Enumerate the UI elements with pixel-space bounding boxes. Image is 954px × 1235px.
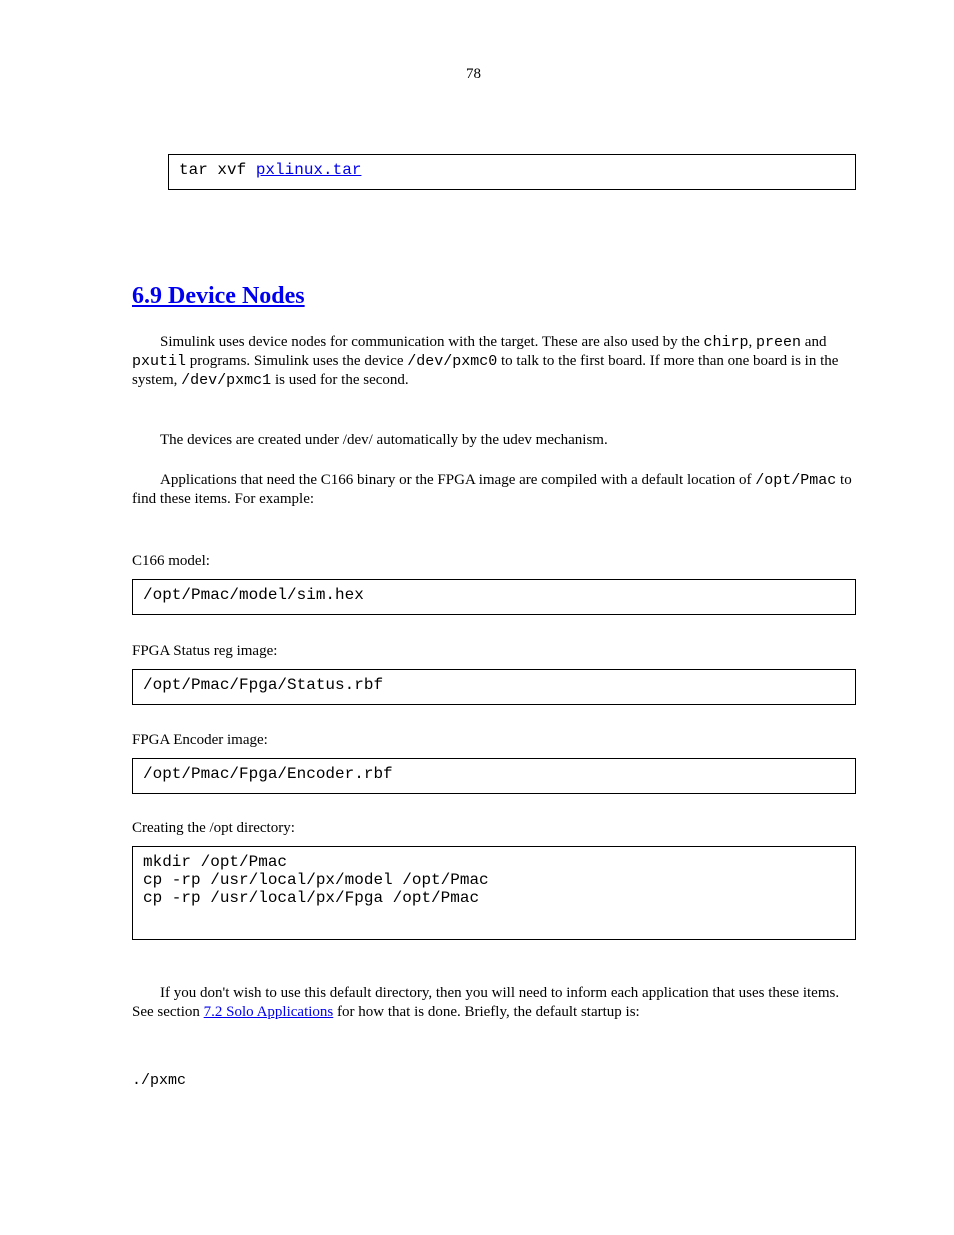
- code-box-model: /opt/Pmac/model/sim.hex: [132, 579, 856, 615]
- code-model-path: /opt/Pmac/model/sim.hex: [143, 586, 364, 604]
- code-box-pxdir: mkdir /opt/Pmac cp -rp /usr/local/px/mod…: [132, 846, 856, 940]
- code-pxdir-line3: cp -rp /usr/local/px/Fpga /opt/Pmac: [143, 889, 845, 907]
- label-model: C166 model:: [132, 553, 210, 570]
- code-pxdir-line1: mkdir /opt/Pmac: [143, 853, 845, 871]
- code-encoderfpga-path: /opt/Pmac/Fpga/Encoder.rbf: [143, 765, 393, 783]
- p1-mid5: is used for the second.: [271, 372, 408, 388]
- document-page: 78 tar xvf pxlinux.tar 6.9 Device Nodes …: [0, 0, 954, 1235]
- cmd-pxmc: ./pxmc: [132, 1072, 186, 1089]
- p3-mono-opt: /opt/Pmac: [755, 472, 836, 489]
- page-number: 78: [466, 66, 481, 83]
- code-pxdir-line2: cp -rp /usr/local/px/model /opt/Pmac: [143, 871, 845, 889]
- p1-mid1: ,: [749, 334, 757, 350]
- label-encoderfpga: FPGA Encoder image:: [132, 732, 268, 749]
- p1-mid3: programs. Simulink uses the device: [186, 353, 407, 369]
- label-statusfpga: FPGA Status reg image:: [132, 643, 277, 660]
- p1-mid2: and: [801, 334, 826, 350]
- p1-mono-pxutil: pxutil: [132, 353, 186, 370]
- p2-text: The devices are created under /dev/ auto…: [160, 432, 608, 448]
- tar-code-fragment: tar xvf: [179, 161, 256, 179]
- code-box-tarline: tar xvf pxlinux.tar: [168, 154, 856, 190]
- bottom-mid: for how that is done. Briefly, the defau…: [333, 1004, 639, 1020]
- code-box-encoderfpga: /opt/Pmac/Fpga/Encoder.rbf: [132, 758, 856, 794]
- label-pxdir: Creating the /opt directory:: [132, 820, 295, 837]
- p1-mono-chirp: chirp: [704, 334, 749, 351]
- p1-mono-preen: preen: [756, 334, 801, 351]
- p3-pre: Applications that need the C166 binary o…: [160, 472, 755, 488]
- paragraph-1: Simulink uses device nodes for communica…: [132, 333, 857, 390]
- p1-mono-dev1: /dev/pxmc1: [181, 372, 271, 389]
- paragraph-3: Applications that need the C166 binary o…: [132, 471, 857, 509]
- code-box-statusfpga: /opt/Pmac/Fpga/Status.rbf: [132, 669, 856, 705]
- code-statusfpga-path: /opt/Pmac/Fpga/Status.rbf: [143, 676, 383, 694]
- paragraph-bottom: If you don't wish to use this default di…: [132, 984, 857, 1022]
- p1-mono-dev0: /dev/pxmc0: [407, 353, 497, 370]
- paragraph-2: The devices are created under /dev/ auto…: [132, 431, 857, 450]
- section-heading: 6.9 Device Nodes: [132, 283, 305, 310]
- section-heading-link[interactable]: 6.9 Device Nodes: [132, 283, 305, 309]
- tar-file-link[interactable]: pxlinux.tar: [256, 161, 362, 179]
- p1-prefix: Simulink uses device nodes for communica…: [160, 334, 704, 350]
- bottom-section-link[interactable]: 7.2 Solo Applications: [204, 1004, 334, 1020]
